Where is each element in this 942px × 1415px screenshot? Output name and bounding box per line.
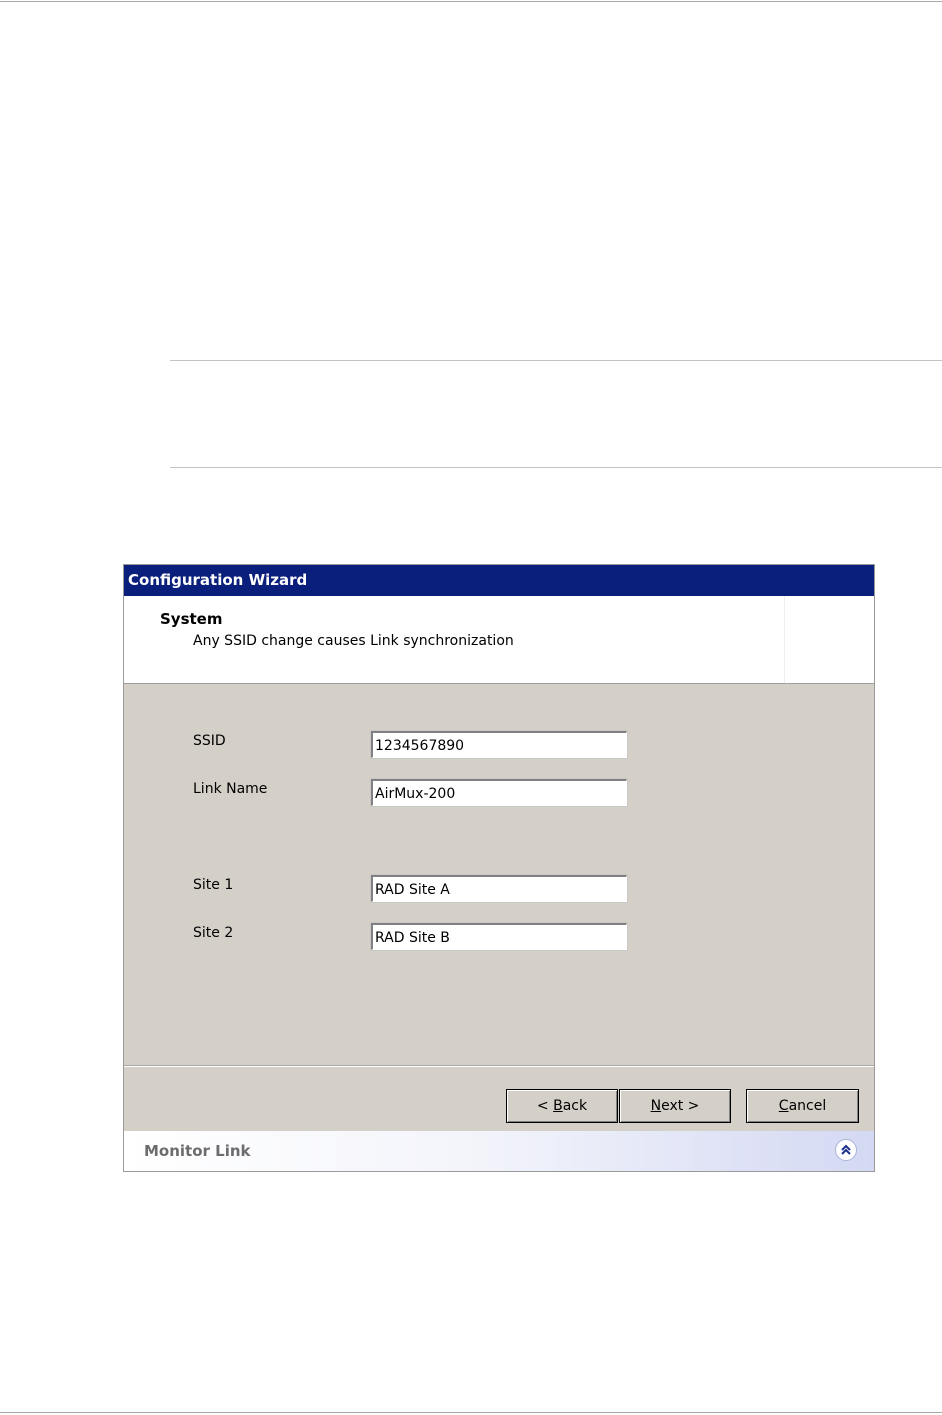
cancel-button[interactable]: Cancel	[746, 1089, 859, 1123]
window-title: Configuration Wizard	[124, 565, 874, 596]
page-top-rule	[0, 1, 942, 2]
configuration-wizard-window: Configuration Wizard System Any SSID cha…	[123, 564, 875, 1172]
link-name-input[interactable]	[371, 779, 627, 806]
note-top-rule	[170, 360, 942, 361]
header-divider	[784, 596, 785, 683]
back-rest: ack	[562, 1098, 588, 1114]
page-bottom-rule	[0, 1412, 942, 1413]
cancel-accel: C	[778, 1098, 789, 1114]
next-accel: N	[650, 1098, 662, 1114]
site2-input[interactable]	[371, 923, 627, 950]
site1-label: Site 1	[193, 877, 234, 893]
note-bottom-rule	[170, 467, 942, 468]
back-prefix: <	[536, 1098, 554, 1114]
wizard-header-panel: System Any SSID change causes Link synch…	[124, 596, 874, 684]
next-button[interactable]: Next >	[619, 1089, 731, 1123]
next-rest: ext >	[661, 1098, 700, 1114]
footer-divider	[124, 1065, 874, 1067]
back-accel: B	[553, 1098, 563, 1114]
back-button[interactable]: < Back	[506, 1089, 618, 1123]
site2-label: Site 2	[193, 925, 234, 941]
step-subtitle: Any SSID change causes Link synchronizat…	[193, 633, 514, 649]
ssid-input[interactable]	[371, 731, 627, 758]
site1-input[interactable]	[371, 875, 627, 902]
monitor-link-bar[interactable]: Monitor Link	[124, 1131, 874, 1171]
ssid-label: SSID	[193, 733, 226, 749]
double-chevron-up-icon[interactable]	[835, 1139, 857, 1161]
cancel-rest: ancel	[788, 1098, 827, 1114]
step-title: System	[160, 610, 223, 628]
link-name-label: Link Name	[193, 781, 268, 797]
monitor-link-label: Monitor Link	[144, 1142, 251, 1160]
